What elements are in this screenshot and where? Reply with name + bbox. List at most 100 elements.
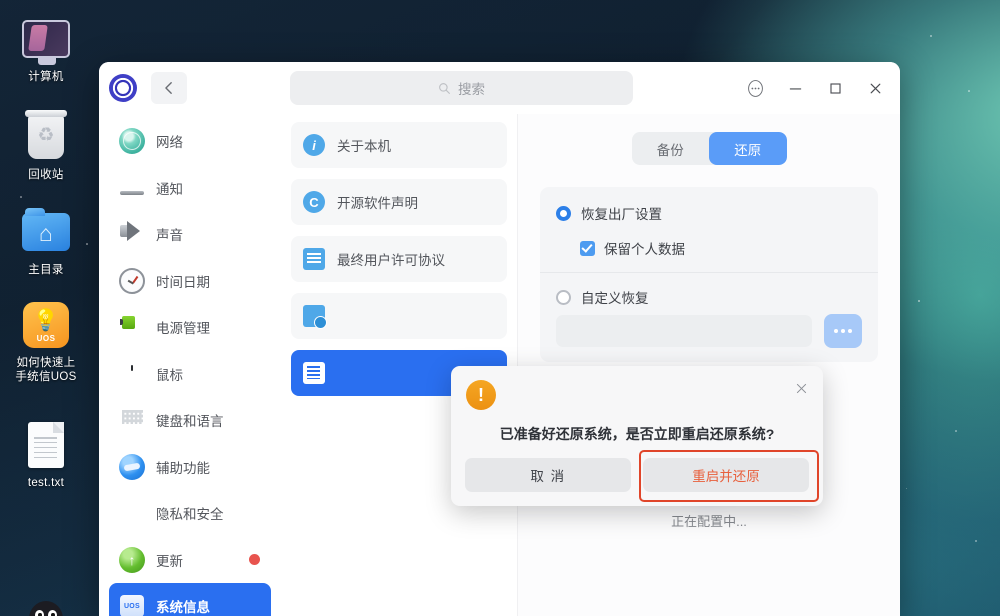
- desktop-icon-label: 主目录: [28, 264, 64, 276]
- browse-path-button[interactable]: [824, 314, 862, 348]
- penguin-icon: [19, 592, 73, 616]
- dot: [841, 329, 845, 333]
- desktop-icon-label: 计算机: [28, 71, 64, 83]
- desktop: 计算机 回收站 主目录 UOS 如何快速上 手统信UOS test.txt: [0, 0, 1000, 616]
- close-button[interactable]: [856, 70, 894, 106]
- update-icon: [119, 546, 145, 573]
- close-icon: [870, 83, 880, 93]
- window-controls: [736, 70, 894, 106]
- copyleft-icon: [303, 191, 325, 213]
- desktop-icon-penguin[interactable]: [4, 592, 88, 616]
- desktop-icon-home[interactable]: 主目录: [4, 205, 88, 277]
- sidebar-item-privacy[interactable]: 隐私和安全: [109, 490, 271, 537]
- warning-icon: [466, 380, 496, 410]
- dialog-close-button[interactable]: [789, 376, 813, 400]
- option-label: 恢复出厂设置: [581, 207, 662, 222]
- power-icon: [119, 314, 145, 340]
- sidebar-item-label: 鼠标: [156, 367, 183, 383]
- option-keep-personal-data[interactable]: 保留个人数据: [580, 235, 862, 261]
- back-button[interactable]: [151, 72, 187, 104]
- dialog-cancel-button[interactable]: 取 消: [465, 458, 631, 492]
- submenu-item-about[interactable]: 关于本机: [291, 122, 507, 168]
- system-info-icon: UOS: [119, 593, 145, 616]
- submenu-item-opensource[interactable]: 开源软件声明: [291, 179, 507, 225]
- card-divider: [540, 272, 878, 273]
- minimize-icon: [789, 87, 801, 90]
- mouse-icon: [119, 361, 145, 387]
- desktop-icon-textfile[interactable]: test.txt: [4, 418, 88, 490]
- sidebar-item-notification[interactable]: 通知: [109, 165, 271, 212]
- tab-backup[interactable]: 备份: [632, 132, 710, 165]
- search-input[interactable]: 搜索: [290, 71, 633, 105]
- chevron-left-icon: [165, 82, 172, 94]
- backup-icon: [303, 305, 327, 329]
- sidebar-item-keyboard[interactable]: 键盘和语言: [109, 397, 271, 444]
- star: [918, 300, 920, 302]
- dot: [848, 329, 852, 333]
- option-label: 保留个人数据: [604, 242, 685, 257]
- option-custom-restore[interactable]: 自定义恢复: [556, 284, 862, 310]
- option-factory-reset[interactable]: 恢复出厂设置: [556, 200, 862, 226]
- radio-factory-reset[interactable]: [556, 205, 571, 221]
- desktop-icon-label: 如何快速上 手统信UOS: [15, 357, 77, 383]
- status-text: 正在配置中...: [671, 514, 747, 529]
- text-file-icon: [19, 418, 73, 472]
- sound-icon: [119, 221, 145, 247]
- folder-home-icon: [19, 205, 73, 259]
- dot: [834, 329, 838, 333]
- restore-confirm-dialog: 已准备好还原系统，是否立即重启还原系统? 取 消 重启并还原: [451, 366, 823, 506]
- submenu-item-label: 关于本机: [337, 139, 391, 154]
- restore-icon: [303, 362, 325, 384]
- sidebar-item-sound[interactable]: 声音: [109, 211, 271, 258]
- keyboard-icon: [119, 407, 145, 433]
- checkbox-keep-personal-data[interactable]: [580, 240, 595, 256]
- notification-icon: [119, 175, 145, 201]
- star: [20, 196, 22, 198]
- window-titlebar: 搜索: [99, 62, 900, 114]
- update-badge-dot: [249, 554, 260, 566]
- restore-path-input[interactable]: [556, 315, 812, 347]
- desktop-icon-label: test.txt: [27, 477, 65, 489]
- sidebar-item-power[interactable]: 电源管理: [109, 304, 271, 351]
- desktop-icon-computer[interactable]: 计算机: [4, 12, 88, 84]
- control-center-logo-icon: [109, 74, 137, 102]
- submenu-item-eula[interactable]: 最终用户许可协议: [291, 236, 507, 282]
- search-icon: [439, 82, 450, 94]
- sidebar-item-network[interactable]: 网络: [109, 118, 271, 165]
- sidebar-item-mouse[interactable]: 鼠标: [109, 351, 271, 398]
- sidebar-item-system-info[interactable]: UOS 系统信息: [109, 583, 271, 616]
- restore-panel: 备份 还原 恢复出厂设置 保留个人数据 自定义恢复 正在配置中...: [518, 114, 900, 616]
- tab-restore[interactable]: 还原: [709, 132, 787, 165]
- desktop-icon-uos-guide[interactable]: UOS 如何快速上 手统信UOS: [4, 298, 88, 384]
- sidebar-item-label: 键盘和语言: [156, 414, 224, 430]
- system-info-submenu: 关于本机 开源软件声明 最终用户许可协议: [281, 114, 518, 616]
- minimize-button[interactable]: [776, 70, 814, 106]
- sidebar-item-accessibility[interactable]: 辅助功能: [109, 444, 271, 491]
- desktop-icon-trash[interactable]: 回收站: [4, 110, 88, 182]
- star: [955, 430, 957, 432]
- submenu-item-backup[interactable]: [291, 293, 507, 339]
- radio-custom-restore[interactable]: [556, 289, 571, 305]
- submenu-item-label: 最终用户许可协议: [337, 253, 445, 268]
- star: [975, 540, 977, 542]
- maximize-icon: [829, 82, 841, 94]
- sidebar-item-datetime[interactable]: 时间日期: [109, 258, 271, 305]
- star: [968, 90, 970, 92]
- maximize-button[interactable]: [816, 70, 854, 106]
- restore-options-card: 恢复出厂设置 保留个人数据 自定义恢复: [540, 187, 878, 362]
- window-body: 网络 通知 声音 时间日期 电源管理 鼠标 键盘和语言 辅助功能 隐私和安全 ↑…: [99, 114, 900, 616]
- desktop-icon-label: 回收站: [28, 169, 64, 181]
- submenu-item-label: 开源软件声明: [337, 196, 418, 211]
- sidebar-item-label: 更新: [156, 553, 183, 569]
- sidebar-item-update[interactable]: 更新: [109, 537, 271, 584]
- dialog-buttons: 取 消 重启并还原: [465, 458, 809, 492]
- menu-button[interactable]: [736, 70, 774, 106]
- sidebar-item-label: 通知: [156, 181, 183, 197]
- restore-path-row: [556, 314, 862, 348]
- trash-icon: [19, 110, 73, 164]
- option-label: 自定义恢复: [581, 291, 649, 306]
- search-area: 搜索: [187, 71, 736, 105]
- close-icon: [796, 383, 806, 393]
- sidebar-item-label: 隐私和安全: [156, 507, 224, 523]
- dialog-reboot-restore-button[interactable]: 重启并还原: [643, 458, 809, 492]
